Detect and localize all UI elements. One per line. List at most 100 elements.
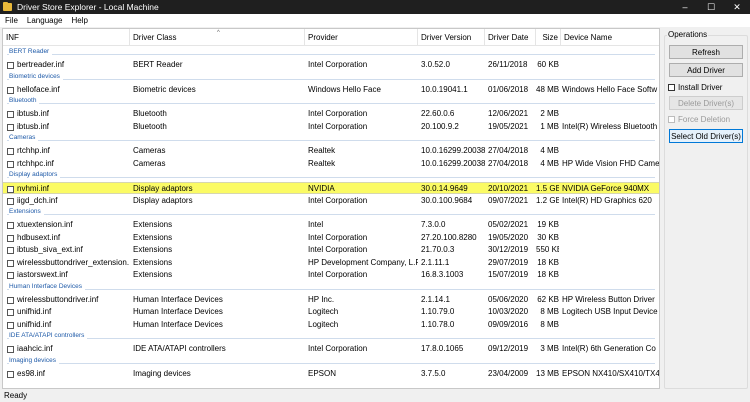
inf-cell: nvhmi.inf: [17, 184, 50, 193]
driver-version-cell: 16.8.3.1003: [421, 270, 464, 279]
row-checkbox[interactable]: [7, 259, 14, 267]
column-inf[interactable]: INF: [3, 29, 130, 46]
group-label: Display adaptors: [9, 171, 61, 178]
minimize-button[interactable]: –: [672, 0, 698, 14]
table-row[interactable]: hdbusext.inf Extensions Intel Corporation 2…: [3, 232, 659, 244]
driver-class-cell: Bluetooth: [133, 109, 167, 118]
table-row[interactable]: es98.inf Imaging devices EPSON 3.7.5.0 23/04…: [3, 368, 659, 380]
row-checkbox[interactable]: [7, 148, 14, 155]
table-row[interactable]: rtchhp.inf Cameras Realtek 10.0.16299.20038…: [3, 145, 659, 157]
table-row[interactable]: xtuextension.inf Extensions Intel 7.3.0.0 05…: [3, 219, 659, 231]
column-provider[interactable]: Provider: [305, 29, 418, 46]
provider-cell: Intel Corporation: [308, 344, 368, 353]
menu-bar: File Language Help: [0, 14, 750, 27]
table-row[interactable]: iaahcic.inf IDE ATA/ATAPI controllers Inte…: [3, 343, 659, 355]
group-divider: [7, 214, 655, 215]
driver-version-cell: 2.1.14.1: [421, 294, 450, 304]
select-old-drivers-button[interactable]: Select Old Driver(s): [669, 129, 743, 143]
inf-cell: iaahcic.inf: [17, 344, 53, 353]
driver-version-cell: 20.100.9.2: [421, 121, 459, 131]
refresh-button[interactable]: Refresh: [669, 45, 743, 59]
driver-date-cell: 09/09/2016: [488, 319, 529, 329]
group-divider: [7, 140, 655, 141]
force-deletion-checkbox[interactable]: Force Deletion: [668, 114, 730, 125]
inf-cell: ibtusb_siva_ext.inf: [17, 245, 83, 254]
device-name-cell: [562, 219, 659, 231]
group-label: Biometric devices: [9, 72, 63, 80]
column-device-name[interactable]: Device Name: [561, 29, 659, 46]
table-row[interactable]: wirelessbuttondriver.inf Human Interface …: [3, 294, 659, 306]
close-button[interactable]: ✕: [724, 0, 750, 14]
add-driver-button[interactable]: Add Driver: [669, 63, 743, 77]
row-checkbox[interactable]: [7, 123, 14, 131]
column-driver-date[interactable]: Driver Date: [485, 29, 536, 46]
row-checkbox[interactable]: [7, 160, 14, 168]
row-checkbox[interactable]: [7, 62, 14, 69]
device-name-cell: Intel(R) Wireless Bluetooth: [562, 121, 658, 131]
driver-list[interactable]: INF Driver Class ^ Provider Driver Versi…: [2, 28, 660, 389]
inf-cell: bertreader.inf: [17, 60, 65, 69]
table-row[interactable]: bertreader.inf BERT Reader Intel Corporati…: [3, 59, 659, 71]
row-checkbox[interactable]: [7, 247, 14, 254]
table-row-selected[interactable]: nvhmi.inf Display adaptors NVIDIA 30.0.14.9…: [3, 182, 659, 194]
device-name-cell: [562, 108, 659, 120]
row-checkbox[interactable]: [7, 186, 14, 193]
menu-file[interactable]: File: [1, 16, 22, 25]
driver-class-cell: Biometric devices: [133, 84, 196, 94]
table-row[interactable]: rtchhpc.inf Cameras Realtek 10.0.16299.2003…: [3, 158, 659, 170]
row-checkbox[interactable]: [7, 222, 14, 229]
row-checkbox[interactable]: [7, 234, 14, 242]
install-driver-checkbox[interactable]: Install Driver: [668, 82, 722, 93]
app-window: Driver Store Explorer - Local Machine – …: [0, 0, 750, 402]
driver-version-cell: 1.10.79.0: [421, 307, 455, 316]
device-name-cell: [562, 269, 659, 281]
driver-class-cell: Imaging devices: [133, 368, 191, 378]
row-checkbox[interactable]: [7, 370, 14, 378]
operations-title: Operations: [667, 30, 709, 39]
device-name-cell: Intel(R) HD Graphics 620: [562, 195, 652, 205]
column-header: INF Driver Class ^ Provider Driver Versi…: [3, 29, 659, 46]
size-cell: 4 MB: [540, 158, 559, 168]
row-checkbox[interactable]: [7, 272, 14, 279]
driver-class-cell: Extensions: [133, 257, 173, 267]
driver-version-cell: 17.8.0.1065: [421, 344, 464, 353]
driver-date-cell: 15/07/2019: [488, 270, 529, 279]
table-row[interactable]: wirelessbuttondriver_extension... Extensi…: [3, 257, 659, 269]
row-checkbox[interactable]: [7, 346, 14, 353]
maximize-button[interactable]: ☐: [698, 0, 724, 14]
driver-date-cell: 10/03/2020: [488, 307, 529, 316]
size-cell: 1.2 GB: [536, 195, 559, 205]
row-checkbox[interactable]: [7, 296, 14, 304]
group-label: Imaging devices: [9, 356, 59, 364]
table-row[interactable]: iigd_dch.inf Display adaptors Intel Corpor…: [3, 195, 659, 207]
driver-version-cell: 2.1.11.1: [421, 257, 450, 267]
driver-date-cell: 19/05/2021: [488, 121, 529, 131]
table-row[interactable]: ibtusb_siva_ext.inf Extensions Intel Corpo…: [3, 244, 659, 256]
group-divider: [7, 288, 655, 290]
row-checkbox[interactable]: [7, 111, 14, 118]
table-row[interactable]: unifhid.inf Human Interface Devices Logite…: [3, 319, 659, 331]
driver-date-cell: 09/12/2019: [488, 344, 529, 353]
column-driver-version[interactable]: Driver Version: [418, 29, 485, 46]
menu-help[interactable]: Help: [67, 16, 91, 25]
driver-version-cell: 30.0.14.9649: [421, 184, 468, 193]
inf-cell: ibtusb.inf: [17, 121, 50, 131]
driver-class-cell: Human Interface Devices: [133, 294, 223, 304]
table-row[interactable]: unifhid.inf Human Interface Devices Logite…: [3, 306, 659, 318]
row-checkbox[interactable]: [7, 197, 14, 205]
delete-drivers-button[interactable]: Delete Driver(s): [669, 96, 743, 110]
size-cell: 8 MB: [540, 319, 559, 329]
group-header: BERT Reader: [3, 47, 659, 59]
table-row[interactable]: helloface.inf Biometric devices Windows He…: [3, 84, 659, 96]
group-header: Human Interface Devices: [3, 282, 659, 294]
row-checkbox[interactable]: [7, 86, 14, 94]
device-name-cell: [562, 244, 659, 256]
row-checkbox[interactable]: [7, 309, 14, 316]
table-row[interactable]: ibtusb.inf Bluetooth Intel Corporation 20.1…: [3, 121, 659, 133]
group-header: Cameras: [3, 133, 659, 145]
table-row[interactable]: ibtusb.inf Bluetooth Intel Corporation 22.6…: [3, 108, 659, 120]
menu-language[interactable]: Language: [23, 16, 67, 25]
table-row[interactable]: iastorswext.inf Extensions Intel Corporati…: [3, 269, 659, 281]
column-size[interactable]: Size: [536, 29, 561, 46]
row-checkbox[interactable]: [7, 321, 14, 329]
